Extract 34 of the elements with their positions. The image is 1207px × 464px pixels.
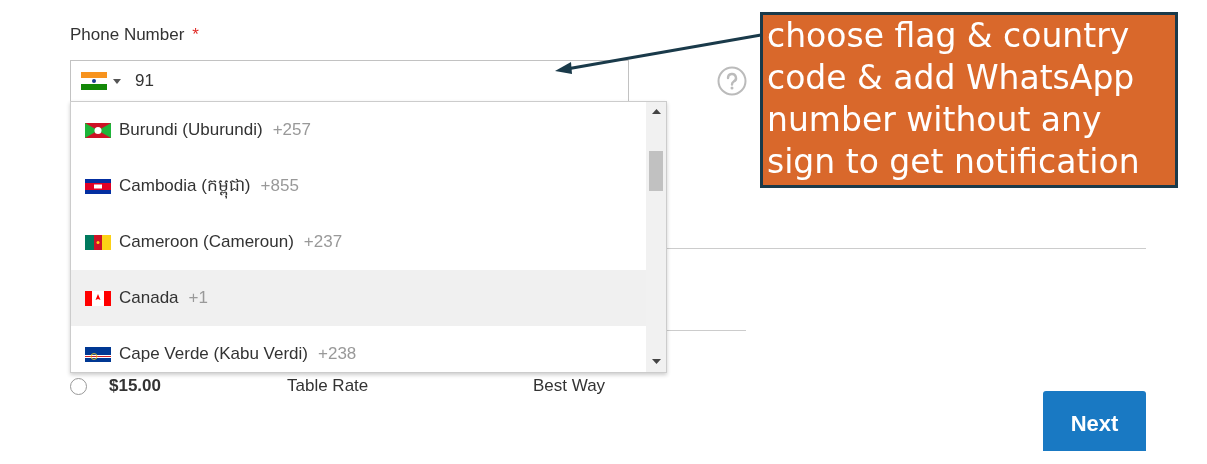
country-name: Cambodia (កម្ពុជា): [119, 173, 251, 199]
phone-value: 91: [135, 70, 154, 93]
scrollbar-thumb[interactable]: [649, 151, 663, 191]
flag-icon: [85, 234, 111, 250]
country-name: Canada: [119, 287, 179, 310]
shipping-price: $15.00: [109, 375, 162, 398]
shipping-radio[interactable]: [70, 377, 87, 395]
flag-icon: [85, 122, 111, 138]
country-option[interactable]: Burundi (Uburundi) +257: [71, 102, 646, 158]
required-mark: *: [192, 24, 199, 47]
country-code: +238: [318, 343, 357, 366]
flag-icon: [81, 72, 107, 90]
country-name: Cape Verde (Kabu Verdi): [119, 343, 308, 366]
shipping-carrier: Best Way: [533, 375, 606, 398]
next-button[interactable]: Next: [1043, 391, 1146, 451]
scrollbar[interactable]: [646, 102, 666, 372]
country-name: Burundi (Uburundi): [119, 119, 263, 142]
country-code: +237: [303, 231, 343, 254]
flag-icon: [85, 290, 111, 306]
flag-icon: [85, 178, 111, 194]
scroll-up-icon[interactable]: [651, 109, 661, 114]
country-option[interactable]: Cape Verde (Kabu Verdi) +238: [71, 326, 646, 372]
caret-icon: [113, 78, 121, 84]
country-code: +257: [272, 119, 311, 142]
country-code: +855: [260, 175, 299, 198]
country-option[interactable]: Canada +1: [71, 270, 646, 326]
scroll-down-icon[interactable]: [651, 359, 661, 364]
flag-icon: [85, 346, 111, 362]
field-label: Phone Number: [70, 24, 185, 47]
help-icon[interactable]: [717, 66, 747, 96]
country-code: +1: [188, 287, 208, 310]
country-name: Cameroon (Cameroun): [119, 231, 294, 254]
annotation-text: choose flag & country code & add WhatsApp number without any sign to get notification: [767, 15, 1141, 183]
shipping-method: Table Rate: [287, 375, 370, 398]
